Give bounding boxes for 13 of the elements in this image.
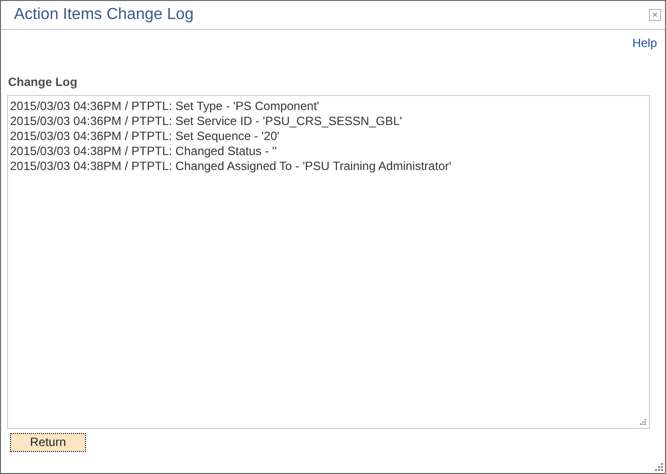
log-field[interactable]: [7, 95, 650, 429]
log-entry: 2015/03/03 04:38PM / PTPTL: Changed Status - '': [10, 144, 277, 159]
resize-grip-icon[interactable]: [640, 419, 646, 425]
log-entry: 2015/03/03 04:36PM / PTPTL: Set Type - 'PS Component': [10, 99, 320, 114]
close-button[interactable]: ×: [649, 9, 661, 21]
log-entry: 2015/03/03 04:38PM / PTPTL: Changed Assigned To - 'PSU Training Administrator': [10, 159, 452, 174]
resize-grip-icon[interactable]: [655, 463, 663, 471]
help-link[interactable]: Help: [632, 34, 657, 52]
log-entry: 2015/03/03 04:36PM / PTPTL: Set Sequence - '20': [10, 129, 280, 144]
return-button[interactable]: Return: [10, 433, 86, 452]
log-entry: 2015/03/03 04:36PM / PTPTL: Set Service ID - 'PSU_CRS_SESSN_GBL': [10, 114, 402, 129]
section-label: Change Log: [8, 74, 78, 91]
window-title: Action Items Change Log: [14, 5, 194, 25]
